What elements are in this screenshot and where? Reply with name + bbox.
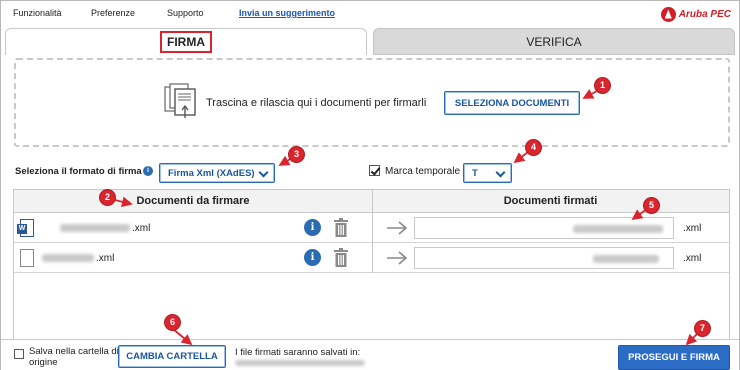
format-label: Seleziona il formato di firma xyxy=(15,166,142,177)
timestamp-type-value: T xyxy=(472,167,478,179)
blank-file-icon xyxy=(20,249,34,267)
menu-bar: Funzionalità Preferenze Supporto Invia u… xyxy=(1,1,739,27)
menu-funzionalita[interactable]: Funzionalità xyxy=(13,8,62,18)
arrow-right-icon xyxy=(387,251,408,265)
marca-temporale-label: Marca temporale xyxy=(385,166,461,177)
redacted-filename xyxy=(42,254,94,262)
signature-format-select[interactable]: Firma Xml (XAdES) xyxy=(159,163,275,183)
timestamp-type-select[interactable]: T xyxy=(463,163,512,183)
callout-6: 6 xyxy=(165,315,180,330)
brand-logo: Aruba PEC xyxy=(660,6,731,22)
bottom-bar: Salva nella cartella di origine CAMBIA C… xyxy=(1,339,739,370)
chevron-down-icon xyxy=(258,167,269,178)
tab-verifica-label: VERIFICA xyxy=(526,34,582,49)
filename-extension: .xml xyxy=(132,223,151,234)
proceed-sign-button[interactable]: PROSEGUI E FIRMA xyxy=(618,345,730,370)
callout-2: 2 xyxy=(100,190,115,205)
info-icon[interactable]: i xyxy=(304,219,321,236)
signed-filename-field[interactable] xyxy=(414,217,674,239)
drop-instructions: Trascina e rilascia qui i documenti per … xyxy=(206,97,427,109)
suggestion-link[interactable]: Invia un suggerimento xyxy=(239,8,335,18)
info-icon[interactable]: i xyxy=(304,249,321,266)
signed-extension: .xml xyxy=(683,223,702,234)
menu-preferenze[interactable]: Preferenze xyxy=(91,8,135,18)
signature-format-value: Firma Xml (XAdES) xyxy=(168,167,255,179)
tab-verifica[interactable]: VERIFICA xyxy=(373,28,735,55)
callout-4: 4 xyxy=(526,140,541,155)
select-documents-button[interactable]: SELEZIONA DOCUMENTI xyxy=(444,91,580,115)
filename-extension: .xml xyxy=(96,253,115,264)
table-row: .xml i .xml xyxy=(14,214,729,243)
save-origin-label: Salva nella cartella di origine xyxy=(29,346,119,368)
column-divider xyxy=(372,244,373,273)
aruba-logo-icon xyxy=(660,6,676,22)
redacted-output-path xyxy=(235,360,365,366)
app-window: Funzionalità Preferenze Supporto Invia u… xyxy=(0,0,740,370)
header-signed: Documenti firmati xyxy=(503,195,598,207)
signed-extension: .xml xyxy=(683,253,702,264)
trash-icon[interactable] xyxy=(334,218,348,237)
drop-zone[interactable]: Trascina e rilascia qui i documenti per … xyxy=(14,58,730,147)
format-info-icon[interactable]: i xyxy=(143,166,153,176)
documents-icon xyxy=(164,83,196,118)
redacted-filename xyxy=(573,225,663,233)
callout-7: 7 xyxy=(695,321,710,336)
brand-text: Aruba PEC xyxy=(678,8,731,20)
arrow-right-icon xyxy=(387,221,408,235)
tab-firma-label: FIRMA xyxy=(160,31,212,53)
change-folder-button[interactable]: CAMBIA CARTELLA xyxy=(118,345,226,368)
word-file-icon xyxy=(17,219,34,237)
callout-3: 3 xyxy=(289,147,304,162)
tab-firma[interactable]: FIRMA xyxy=(5,28,367,55)
redacted-filename xyxy=(593,255,659,263)
callout-1: 1 xyxy=(595,78,610,93)
header-to-sign: Documenti da firmare xyxy=(136,195,250,207)
chevron-down-icon xyxy=(495,167,506,178)
output-path-label: I file firmati saranno salvati in: xyxy=(235,347,361,358)
signed-filename-field[interactable] xyxy=(414,247,674,269)
table-row: .xml i .xml xyxy=(14,244,729,273)
save-origin-checkbox[interactable] xyxy=(14,349,24,359)
documents-table: Documenti da firmare Documenti firmati .… xyxy=(13,189,730,339)
redacted-filename xyxy=(60,224,130,232)
column-divider xyxy=(372,214,373,243)
trash-icon[interactable] xyxy=(334,248,348,267)
marca-temporale-checkbox[interactable] xyxy=(369,165,380,176)
menu-supporto[interactable]: Supporto xyxy=(167,8,204,18)
callout-5: 5 xyxy=(644,198,659,213)
